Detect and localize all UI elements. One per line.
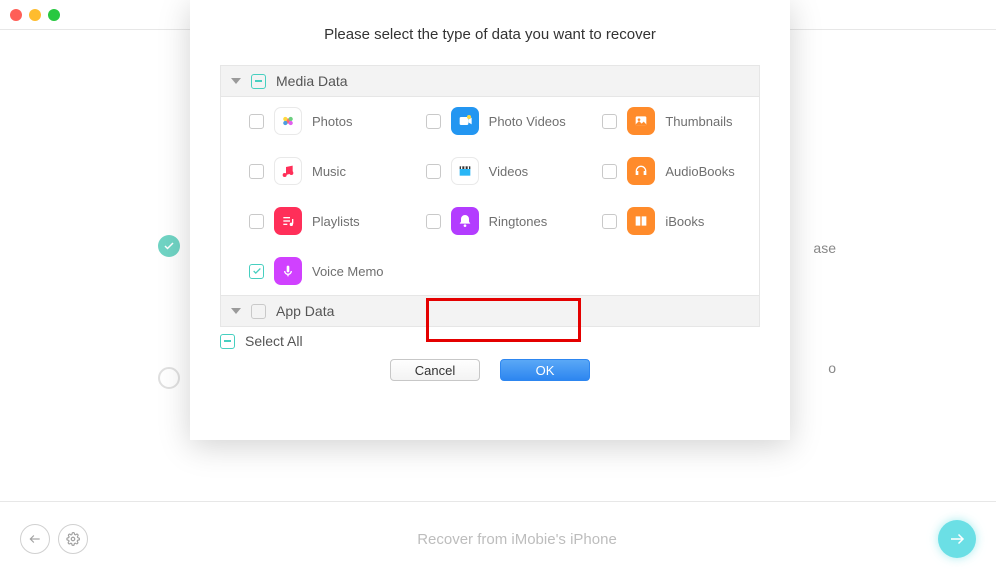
background-steps xyxy=(158,235,180,499)
modal-button-row: Cancel OK xyxy=(190,349,790,381)
checkbox-voice-memo[interactable] xyxy=(249,264,264,279)
item-ringtones[interactable]: Ringtones xyxy=(402,207,579,235)
checkbox-thumbnails[interactable] xyxy=(602,114,617,129)
appdata-section-checkbox[interactable] xyxy=(251,304,266,319)
item-audiobooks[interactable]: AudioBooks xyxy=(578,157,755,185)
modal-title: Please select the type of data you want … xyxy=(190,0,790,65)
label-audiobooks: AudioBooks xyxy=(665,164,734,179)
item-videos[interactable]: Videos xyxy=(402,157,579,185)
background-text: ase xyxy=(813,240,836,256)
app-data-section-header[interactable]: App Data xyxy=(220,295,760,327)
label-music: Music xyxy=(312,164,346,179)
checkbox-audiobooks[interactable] xyxy=(602,164,617,179)
checkbox-ringtones[interactable] xyxy=(426,214,441,229)
ok-button[interactable]: OK xyxy=(500,359,590,381)
close-window-button[interactable] xyxy=(10,9,22,21)
step-complete-icon xyxy=(158,235,180,257)
music-icon xyxy=(274,157,302,185)
data-type-modal: Please select the type of data you want … xyxy=(190,0,790,440)
videos-icon xyxy=(451,157,479,185)
background-text: o xyxy=(828,360,836,376)
select-all-row[interactable]: Select All xyxy=(220,333,760,349)
media-section-checkbox[interactable] xyxy=(251,74,266,89)
photos-icon xyxy=(274,107,302,135)
media-items-container: Photos Photo Videos Thumbnails xyxy=(220,97,760,295)
select-all-checkbox[interactable] xyxy=(220,334,235,349)
item-photo-videos[interactable]: Photo Videos xyxy=(402,107,579,135)
step-pending-icon xyxy=(158,367,180,389)
maximize-window-button[interactable] xyxy=(48,9,60,21)
playlists-icon xyxy=(274,207,302,235)
item-ibooks[interactable]: iBooks xyxy=(578,207,755,235)
minimize-window-button[interactable] xyxy=(29,9,41,21)
ringtones-icon xyxy=(451,207,479,235)
item-voice-memo[interactable]: Voice Memo xyxy=(225,257,402,285)
label-photo-videos: Photo Videos xyxy=(489,114,566,129)
media-data-section-header[interactable]: Media Data xyxy=(220,65,760,97)
select-all-label: Select All xyxy=(245,333,303,349)
chevron-down-icon xyxy=(231,78,241,84)
ibooks-icon xyxy=(627,207,655,235)
checkbox-photos[interactable] xyxy=(249,114,264,129)
settings-button[interactable] xyxy=(58,524,88,554)
back-button[interactable] xyxy=(20,524,50,554)
thumbnails-icon xyxy=(627,107,655,135)
photo-videos-icon xyxy=(451,107,479,135)
checkbox-playlists[interactable] xyxy=(249,214,264,229)
checkbox-music[interactable] xyxy=(249,164,264,179)
item-photos[interactable]: Photos xyxy=(225,107,402,135)
footer-title: Recover from iMobie's iPhone xyxy=(96,531,938,548)
item-music[interactable]: Music xyxy=(225,157,402,185)
next-button[interactable] xyxy=(938,520,976,558)
footer-bar: Recover from iMobie's iPhone xyxy=(0,501,996,576)
appdata-section-label: App Data xyxy=(276,303,334,319)
checkbox-photo-videos[interactable] xyxy=(426,114,441,129)
media-section-label: Media Data xyxy=(276,73,348,89)
checkbox-videos[interactable] xyxy=(426,164,441,179)
audiobooks-icon xyxy=(627,157,655,185)
label-photos: Photos xyxy=(312,114,352,129)
checkbox-ibooks[interactable] xyxy=(602,214,617,229)
chevron-down-icon xyxy=(231,308,241,314)
label-ringtones: Ringtones xyxy=(489,214,548,229)
label-ibooks: iBooks xyxy=(665,214,704,229)
item-playlists[interactable]: Playlists xyxy=(225,207,402,235)
item-thumbnails[interactable]: Thumbnails xyxy=(578,107,755,135)
label-thumbnails: Thumbnails xyxy=(665,114,732,129)
label-videos: Videos xyxy=(489,164,529,179)
label-voice-memo: Voice Memo xyxy=(312,264,384,279)
label-playlists: Playlists xyxy=(312,214,360,229)
cancel-button[interactable]: Cancel xyxy=(390,359,480,381)
voice-memo-icon xyxy=(274,257,302,285)
